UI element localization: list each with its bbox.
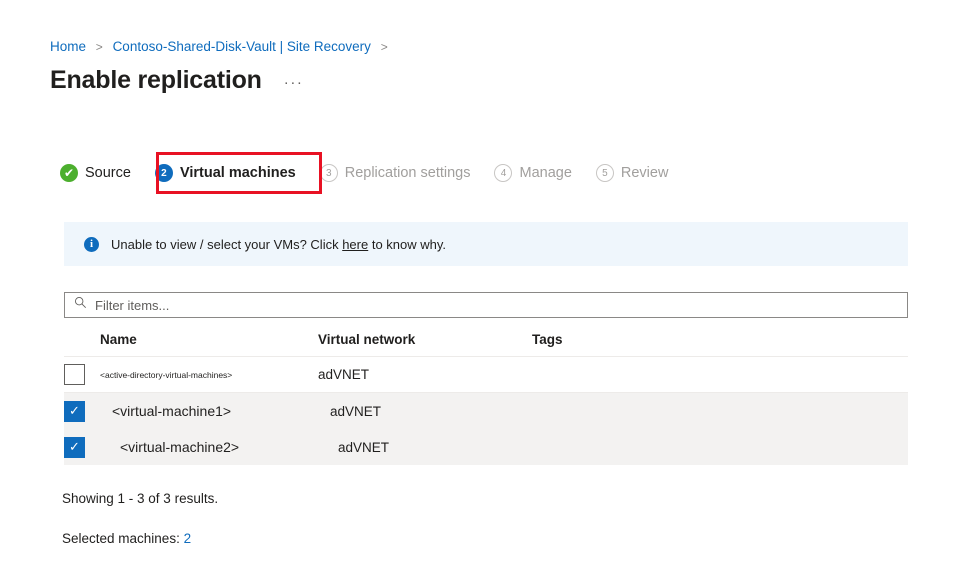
step-number-badge-2: 2 xyxy=(155,164,173,182)
info-icon: i xyxy=(84,237,99,252)
selected-machines-count: 2 xyxy=(184,531,192,546)
row-checkbox-checked[interactable]: ✓ xyxy=(64,437,85,458)
page-title: Enable replication xyxy=(50,64,262,96)
breadcrumb-separator-2: > xyxy=(381,40,388,54)
virtual-machines-table: Name Virtual network Tags <active-direct… xyxy=(64,326,908,465)
table-header-tags: Tags xyxy=(532,332,908,347)
wizard-steps: ✔ Source 2 Virtual machines 3 Replicatio… xyxy=(60,158,692,188)
row-checkbox-checked[interactable]: ✓ xyxy=(64,401,85,422)
row-checkbox-cell: ✓ xyxy=(64,437,100,458)
breadcrumb-item-home[interactable]: Home xyxy=(50,39,86,54)
wizard-step-review[interactable]: 5 Review xyxy=(596,164,669,182)
table-header-virtual-network: Virtual network xyxy=(318,332,532,347)
table-header-row: Name Virtual network Tags xyxy=(64,326,908,357)
wizard-step-label-virtual-machines: Virtual machines xyxy=(180,165,296,181)
table-row[interactable]: ✓ <virtual-machine1> adVNET xyxy=(64,393,908,429)
row-virtual-network: adVNET xyxy=(338,440,552,455)
wizard-step-label-review: Review xyxy=(621,165,669,181)
row-virtual-network: adVNET xyxy=(330,404,544,419)
info-banner-text-before: Unable to view / select your VMs? Click xyxy=(111,237,342,252)
info-banner-text: Unable to view / select your VMs? Click … xyxy=(111,237,446,252)
row-name: <virtual-machine1> xyxy=(100,403,330,419)
more-actions-icon[interactable]: ··· xyxy=(284,74,304,91)
info-banner-link[interactable]: here xyxy=(342,237,368,252)
breadcrumb: Home > Contoso-Shared-Disk-Vault | Site … xyxy=(50,38,394,56)
filter-box[interactable] xyxy=(64,292,908,318)
row-name: <active-directory-virtual-machines> xyxy=(100,370,318,380)
search-input[interactable] xyxy=(95,298,907,313)
row-checkbox-cell xyxy=(64,364,100,385)
wizard-step-virtual-machines[interactable]: 2 Virtual machines xyxy=(155,164,296,182)
search-icon xyxy=(74,296,87,314)
wizard-step-manage[interactable]: 4 Manage xyxy=(494,164,571,182)
wizard-step-label-source: Source xyxy=(85,165,131,181)
info-banner: i Unable to view / select your VMs? Clic… xyxy=(64,222,908,266)
wizard-step-label-manage: Manage xyxy=(519,165,571,181)
breadcrumb-separator: > xyxy=(96,40,103,54)
step-number-badge-4: 4 xyxy=(494,164,512,182)
table-row[interactable]: <active-directory-virtual-machines> adVN… xyxy=(64,357,908,393)
row-name: <virtual-machine2> xyxy=(100,439,338,455)
row-checkbox-unchecked[interactable] xyxy=(64,364,85,385)
selected-machines-text: Selected machines: 2 xyxy=(62,531,191,546)
table-header-name: Name xyxy=(100,332,318,347)
row-checkbox-cell: ✓ xyxy=(64,401,100,422)
wizard-step-replication-settings[interactable]: 3 Replication settings xyxy=(320,164,471,182)
breadcrumb-item-vault[interactable]: Contoso-Shared-Disk-Vault | Site Recover… xyxy=(113,39,371,54)
showing-results-text: Showing 1 - 3 of 3 results. xyxy=(62,491,218,506)
row-virtual-network: adVNET xyxy=(318,367,532,382)
info-banner-text-after: to know why. xyxy=(368,237,446,252)
selected-machines-label: Selected machines: xyxy=(62,531,184,546)
step-number-badge-3: 3 xyxy=(320,164,338,182)
table-row[interactable]: ✓ <virtual-machine2> adVNET xyxy=(64,429,908,465)
page-title-row: Enable replication ··· xyxy=(50,64,304,96)
check-circle-icon: ✔ xyxy=(60,164,78,182)
step-number-badge-5: 5 xyxy=(596,164,614,182)
wizard-step-label-replication-settings: Replication settings xyxy=(345,165,471,181)
wizard-step-source[interactable]: ✔ Source xyxy=(60,164,131,182)
